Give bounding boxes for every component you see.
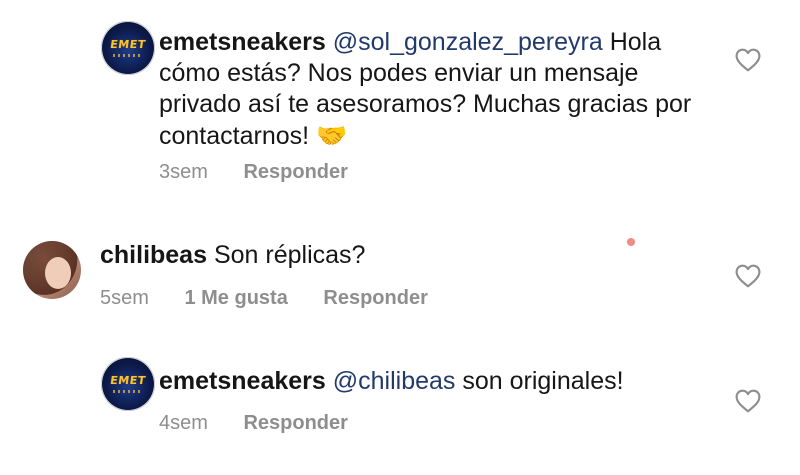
comment-meta: 5sem 1 Me gusta Responder [100, 287, 458, 310]
heart-icon[interactable] [735, 48, 761, 72]
comment-meta: 3sem Responder [159, 161, 378, 184]
heart-icon[interactable] [735, 264, 761, 288]
comment-text: emetsneakers @chilibeas son originales! [159, 366, 719, 397]
comment-mention[interactable]: @sol_gonzalez_pereyra [333, 28, 603, 56]
comment-meta: 4sem Responder [159, 412, 378, 435]
avatar[interactable]: EMET [101, 357, 155, 411]
reply-button[interactable]: Responder [323, 287, 427, 309]
comment-timestamp: 3sem [159, 161, 208, 183]
heart-icon[interactable] [735, 389, 761, 413]
reply-button[interactable]: Responder [243, 161, 347, 183]
reply-button[interactable]: Responder [243, 412, 347, 434]
avatar[interactable] [23, 241, 81, 299]
comment-username[interactable]: emetsneakers [159, 28, 326, 56]
comment-username[interactable]: emetsneakers [159, 367, 326, 395]
comment-username[interactable]: chilibeas [100, 241, 207, 269]
comment-mention[interactable]: @chilibeas [333, 367, 456, 395]
notification-dot [627, 238, 635, 246]
likes-count-link[interactable]: 1 Me gusta [184, 287, 287, 309]
comment-text: emetsneakers @sol_gonzalez_pereyra Hola … [159, 27, 719, 152]
avatar-logo-text: EMET [109, 38, 147, 51]
avatar[interactable]: EMET [101, 21, 155, 75]
comment-timestamp: 5sem [100, 287, 149, 309]
comment-body: son originales! [462, 367, 624, 395]
comment-body: Son réplicas? [213, 241, 366, 269]
handshake-emoji: 🤝 [316, 121, 348, 150]
comment-timestamp: 4sem [159, 412, 208, 434]
comment-text: chilibeas Son réplicas? [100, 240, 700, 271]
avatar-logo-text: EMET [109, 374, 147, 387]
